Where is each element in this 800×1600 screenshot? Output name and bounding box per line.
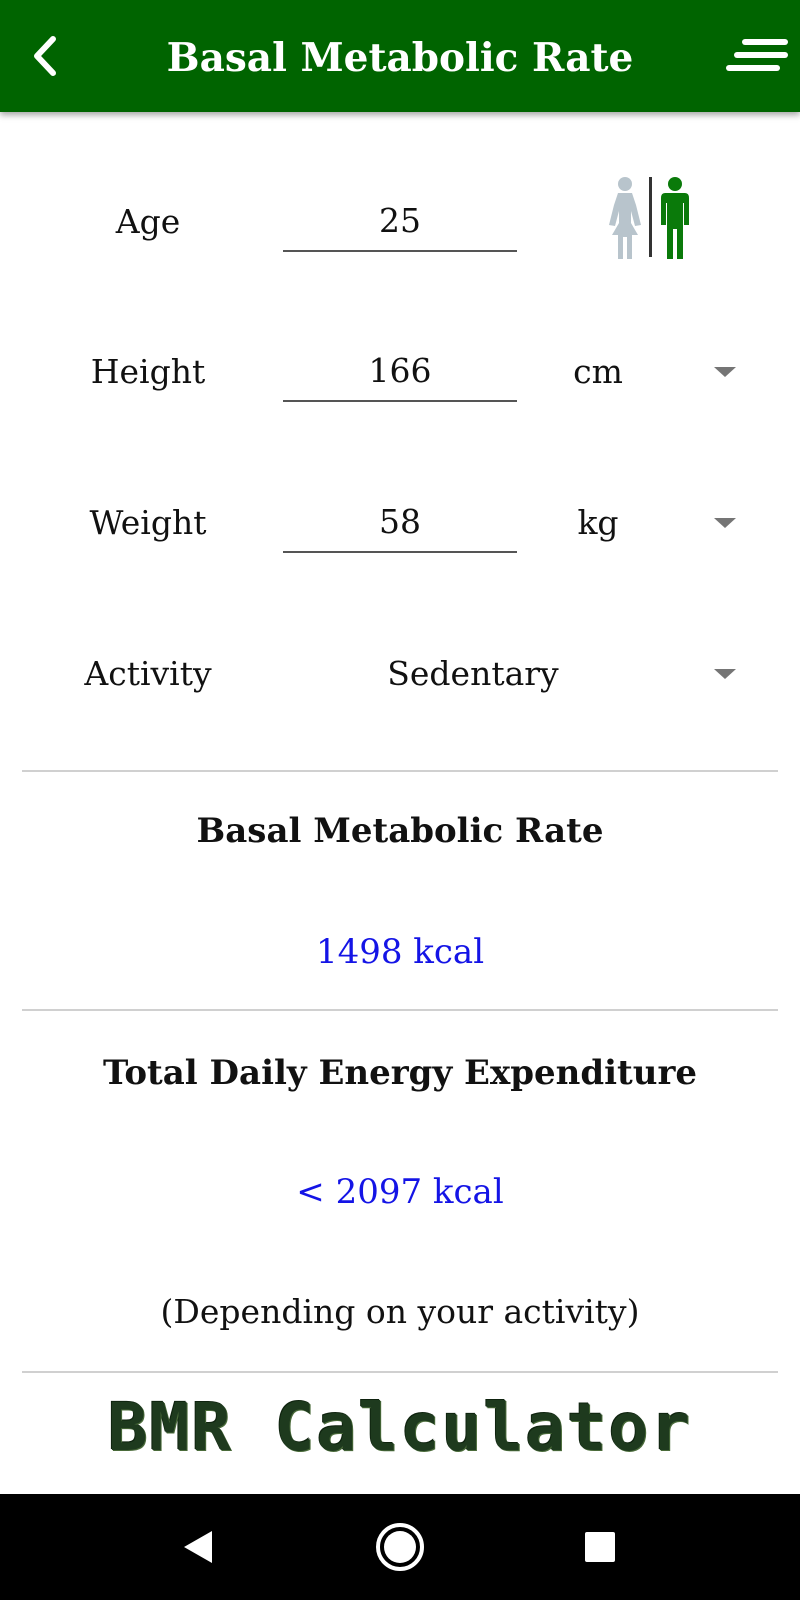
divider <box>22 1371 778 1373</box>
height-unit-value: cm <box>573 352 623 391</box>
system-nav-bar <box>0 1494 800 1600</box>
weight-unit-select[interactable]: kg <box>530 483 750 563</box>
app-logo: BMR Calculator <box>107 1389 693 1466</box>
bmr-value: 1498 kcal <box>315 932 485 972</box>
height-row: Height cm <box>0 332 800 412</box>
weight-row: Weight kg <box>0 483 800 563</box>
gender-separator <box>649 177 652 257</box>
back-button[interactable] <box>18 28 74 84</box>
weight-label: Weight <box>89 503 207 542</box>
male-figure-icon[interactable] <box>661 177 689 259</box>
page-title: Basal Metabolic Rate <box>166 35 634 81</box>
weight-unit-value: kg <box>577 503 619 542</box>
tdee-heading: Total Daily Energy Expenditure <box>102 1053 698 1093</box>
nav-home-button[interactable] <box>370 1517 430 1577</box>
gender-toggle <box>600 175 700 261</box>
activity-label: Activity <box>84 654 212 693</box>
tdee-value: < 2097 kcal <box>296 1172 504 1212</box>
menu-button[interactable] <box>720 28 794 84</box>
height-input[interactable] <box>283 340 517 402</box>
weight-input[interactable] <box>283 491 517 553</box>
activity-select[interactable]: Sedentary <box>283 634 750 714</box>
age-label: Age <box>115 202 181 241</box>
age-input[interactable] <box>283 190 517 252</box>
divider <box>22 1009 778 1011</box>
app-bar: Basal Metabolic Rate <box>0 0 800 112</box>
nav-back-button[interactable] <box>168 1517 228 1577</box>
chevron-left-icon <box>34 36 56 76</box>
female-figure-icon[interactable] <box>609 177 641 259</box>
dropdown-arrow-icon <box>714 669 736 679</box>
height-unit-select[interactable]: cm <box>530 332 750 412</box>
menu-lines-icon <box>726 39 788 71</box>
activity-value: Sedentary <box>387 654 559 693</box>
dropdown-arrow-icon <box>714 367 736 377</box>
divider <box>22 770 778 772</box>
nav-recents-button[interactable] <box>570 1517 630 1577</box>
bmr-heading: Basal Metabolic Rate <box>196 811 604 851</box>
height-label: Height <box>90 352 206 391</box>
circle-home-icon <box>376 1523 424 1571</box>
activity-row: Activity Sedentary <box>0 634 800 714</box>
tdee-note: (Depending on your activity) <box>160 1292 640 1331</box>
square-recents-icon <box>585 1532 615 1562</box>
dropdown-arrow-icon <box>714 518 736 528</box>
triangle-back-icon <box>184 1531 212 1563</box>
